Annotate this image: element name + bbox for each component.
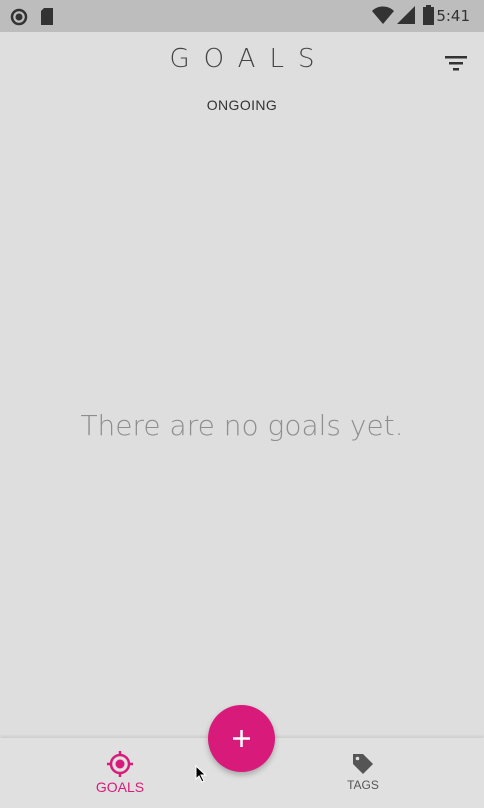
circle-icon [10,8,28,30]
sd-card-icon [40,8,54,29]
wifi-icon [372,6,394,29]
nav-item-tags[interactable]: TAGS [293,738,433,808]
page-title: GOALS [169,44,329,74]
plus-icon [233,730,250,747]
nav-item-goals[interactable]: GOALS [50,738,190,808]
nav-item-label: TAGS [347,778,379,792]
signal-icon [397,6,416,29]
empty-state-message: There are no goals yet. [80,409,404,442]
tag-icon [352,753,374,779]
section-label: ONGOING [206,97,278,113]
status-time: 5:41 [436,7,470,25]
filter-button[interactable] [440,50,472,78]
add-goal-button[interactable] [208,705,275,772]
target-icon [106,750,134,782]
nav-item-label: GOALS [95,779,145,795]
filter-icon [440,56,472,82]
mouse-cursor-icon [195,764,207,787]
status-bar: 5:41 [0,0,484,32]
battery-icon [423,5,434,29]
